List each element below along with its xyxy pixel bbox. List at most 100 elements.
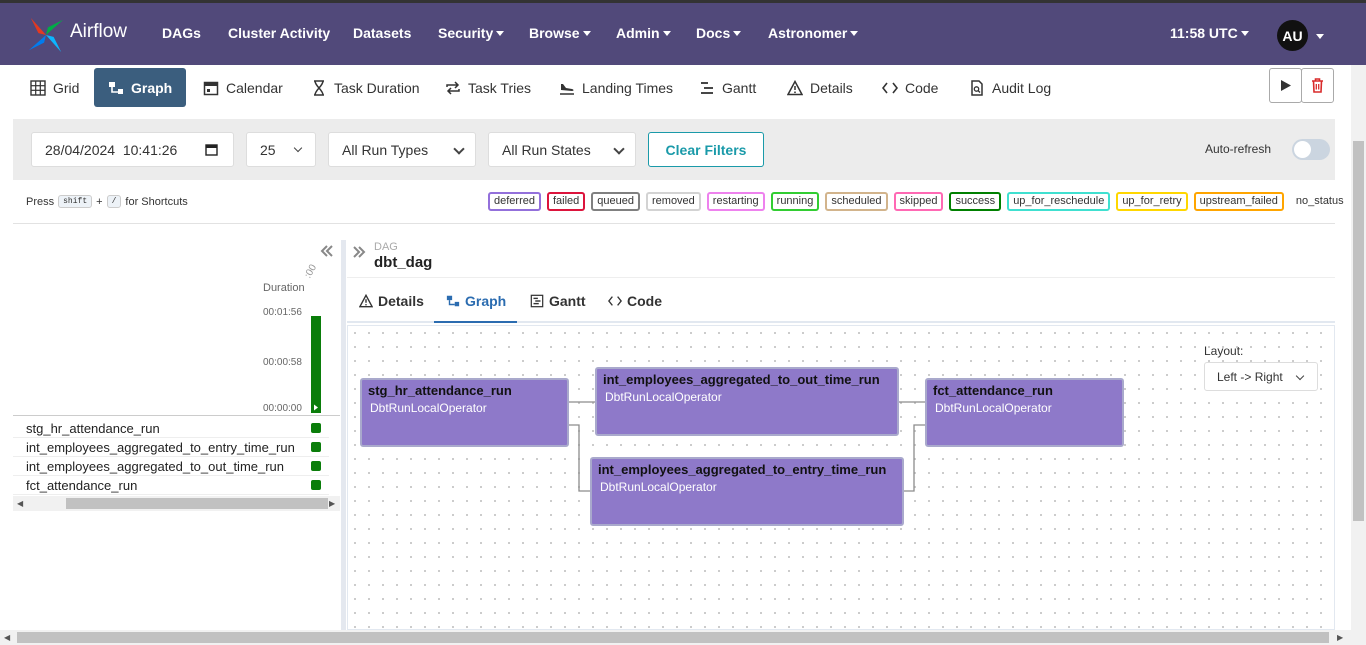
dag-id[interactable]: dbt_dag [374,254,432,271]
run-state-select[interactable]: All Run States [488,132,636,167]
tab-gantt[interactable]: Gantt [699,68,756,107]
clear-filters-button[interactable]: Clear Filters [648,132,764,167]
airflow-logo[interactable]: Airflow [27,16,127,54]
nav-astronomer[interactable]: Astronomer [768,25,859,41]
legend-queued[interactable]: queued [591,192,640,211]
task-instance-status[interactable] [311,423,321,433]
dag-run-duration-bar[interactable] [311,316,321,413]
warning-triangle-icon [787,79,803,95]
tab-calendar[interactable]: Calendar [203,68,283,107]
task-node-int-employees-aggregated-to-out-time-run[interactable]: int_employees_aggregated_to_out_time_run… [595,367,899,436]
legend-no-status[interactable]: no_status [1290,192,1350,211]
layout-select[interactable]: Left -> Right [1204,362,1318,391]
edge [904,424,926,492]
task-row[interactable]: fct_attendance_run [13,476,329,495]
legend-deferred[interactable]: deferred [488,192,541,211]
nav-datasets[interactable]: Datasets [353,25,411,41]
nav-security[interactable]: Security [438,25,505,41]
nav-cluster-activity[interactable]: Cluster Activity [228,25,330,41]
legend-running[interactable]: running [770,192,820,211]
tab-grid[interactable]: Grid [30,68,79,107]
nav-admin[interactable]: Admin [616,25,671,41]
time-display[interactable]: 11:58 UTC [1170,25,1249,41]
legend-success[interactable]: success [949,192,1002,211]
graph-canvas[interactable]: stg_hr_attendance_run DbtRunLocalOperato… [347,325,1335,630]
trigger-dag-button[interactable] [1269,68,1302,103]
code-icon [608,296,622,306]
plane-landing-icon [560,83,574,95]
chevron-down-icon [1295,371,1305,381]
run-column-label: :00 [302,262,320,281]
divider [13,223,1335,224]
nav-dags[interactable]: DAGs [162,25,201,41]
scroll-right-icon[interactable]: ▶ [329,499,335,508]
chevron-down-icon [582,31,591,36]
tab-code[interactable]: Code [608,293,662,309]
calendar-icon [203,81,219,95]
auto-refresh-label: Auto-refresh [1205,142,1272,156]
task-row[interactable]: int_employees_aggregated_to_out_time_run [13,457,329,476]
legend-up-for-reschedule[interactable]: up_for_reschedule [1007,192,1111,211]
scroll-left-icon[interactable]: ◀ [4,633,10,642]
scrollbar-thumb[interactable] [66,498,328,509]
axis-line [13,415,340,416]
task-row[interactable]: stg_hr_attendance_run [13,419,329,438]
num-runs-select[interactable]: 25 [246,132,316,167]
chevron-down-icon [733,31,742,36]
tab-task-duration[interactable]: Task Duration [311,68,420,107]
tab-graph[interactable]: Graph [94,68,187,107]
edge [569,424,591,492]
legend-restarting[interactable]: restarting [706,192,765,211]
tab-details[interactable]: Details [787,68,853,107]
task-instance-status[interactable] [311,442,321,452]
details-tabs: Details Graph Gantt Code [347,277,1335,323]
task-node-int-employees-aggregated-to-entry-time-run[interactable]: int_employees_aggregated_to_entry_time_r… [590,457,904,526]
task-instance-status[interactable] [311,461,321,471]
page-horizontal-scrollbar[interactable]: ◀ ▶ [0,630,1366,645]
duration-tick: 00:00:00 [263,403,302,414]
page-vertical-scrollbar[interactable] [1351,65,1366,630]
nav-browse[interactable]: Browse [529,25,591,41]
task-instance-status[interactable] [311,480,321,490]
collapse-double-chevron-icon[interactable] [320,244,334,258]
scroll-left-icon[interactable]: ◀ [17,499,23,508]
graph-icon [109,81,123,94]
legend-failed[interactable]: failed [546,192,586,211]
tab-gantt[interactable]: Gantt [530,293,586,309]
hourglass-icon [314,79,324,96]
dag-label: DAG [374,241,398,253]
tab-graph[interactable]: Graph [446,293,506,309]
legend-skipped[interactable]: skipped [893,192,944,211]
calendar-icon[interactable] [205,143,218,156]
file-search-icon [971,79,983,96]
nav-docs[interactable]: Docs [696,25,742,41]
legend-scheduled[interactable]: scheduled [825,192,888,211]
task-node-fct-attendance-run[interactable]: fct_attendance_run DbtRunLocalOperator [925,378,1124,447]
run-type-select[interactable]: All Run Types [328,132,476,167]
task-row[interactable]: int_employees_aggregated_to_entry_time_r… [13,438,329,457]
panel-resize-handle[interactable] [341,240,346,630]
shift-key: shift [58,195,93,208]
scrollbar-thumb[interactable] [17,632,1329,643]
tab-task-tries[interactable]: Task Tries [445,68,531,107]
auto-refresh-toggle[interactable] [1292,139,1330,160]
avatar[interactable]: AU [1277,20,1308,51]
filter-bar: 28/04/2024 10:41:26 25 All Run Types All… [13,119,1335,180]
scrollbar-thumb[interactable] [1353,141,1364,521]
legend-up-for-retry[interactable]: up_for_retry [1116,192,1188,211]
tab-details[interactable]: Details [359,293,424,309]
legend-upstream-failed[interactable]: upstream_failed [1193,192,1284,211]
user-menu-chevron-icon[interactable] [1316,34,1324,39]
tab-landing-times[interactable]: Landing Times [559,68,673,107]
tab-audit-log[interactable]: Audit Log [969,68,1051,107]
tab-code[interactable]: Code [882,68,938,107]
delete-dag-button[interactable] [1301,68,1334,103]
legend-removed[interactable]: removed [646,192,701,211]
chevron-down-icon [453,143,465,155]
task-node-stg-hr-attendance-run[interactable]: stg_hr_attendance_run DbtRunLocalOperato… [360,378,569,447]
expand-double-chevron-icon[interactable] [352,245,366,259]
scroll-right-icon[interactable]: ▶ [1337,633,1343,642]
base-date-input[interactable]: 28/04/2024 10:41:26 [31,132,234,167]
chevron-down-icon [613,143,625,155]
grid-horizontal-scrollbar[interactable]: ◀ ▶ [13,496,340,511]
